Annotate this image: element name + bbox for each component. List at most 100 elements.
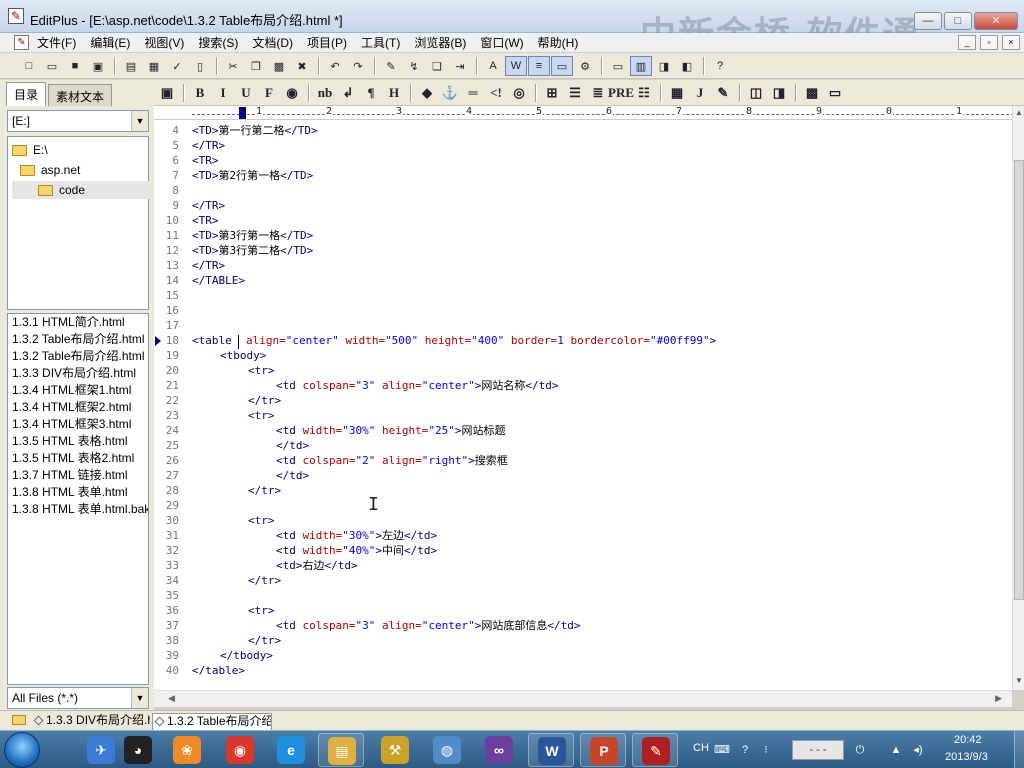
menu-item[interactable]: 视图(V) xyxy=(144,35,184,51)
right-align-icon[interactable]: ≣ xyxy=(587,83,609,103)
drive-select[interactable]: [E:] ▼ xyxy=(7,110,149,132)
code-editor[interactable]: I 4 <TD>第一行第二格</TD> 5 </TR> 6 <TR> 7 <TD>第2行第一格… xyxy=(154,120,1012,690)
file-list-item[interactable]: 1.3.4 HTML框架3.html xyxy=(8,416,148,433)
clock-time[interactable]: 20:42 xyxy=(954,734,982,746)
copy-icon[interactable]: ❐ xyxy=(245,56,267,76)
file-list-item[interactable]: 1.3.5 HTML 表格.html xyxy=(8,433,148,450)
open-file-icon[interactable]: ▭ xyxy=(41,56,63,76)
language-indicator[interactable]: CH xyxy=(693,742,709,754)
spellcheck-icon[interactable]: ✓ xyxy=(166,56,188,76)
help-icon[interactable]: ? xyxy=(709,56,731,76)
word-wrap-icon[interactable]: W xyxy=(505,56,527,76)
ruler-icon[interactable]: ▭ xyxy=(551,56,573,76)
script-icon[interactable]: ✎ xyxy=(712,83,734,103)
taskbar-app[interactable]: ◉ xyxy=(217,733,263,767)
help-icon[interactable]: ? xyxy=(737,742,753,758)
menu-item[interactable]: 文档(D) xyxy=(252,35,293,51)
paragraph-icon[interactable]: ¶ xyxy=(360,83,382,103)
cut-icon[interactable]: ✂ xyxy=(222,56,244,76)
paste-icon[interactable]: ▩ xyxy=(268,56,290,76)
chevron-down-icon[interactable]: ▼ xyxy=(131,688,148,708)
editplus-app-icon[interactable]: ✎ xyxy=(8,8,24,24)
tree-item[interactable]: code xyxy=(12,181,150,199)
print-preview-icon[interactable]: ▤ xyxy=(120,56,142,76)
taskbar-app[interactable]: ◍ xyxy=(424,733,470,767)
javascript-icon[interactable]: J xyxy=(689,83,711,103)
goto-icon[interactable]: ⇥ xyxy=(449,56,471,76)
keyboard-icon[interactable]: ⌨ xyxy=(714,742,730,758)
chevron-down-icon[interactable]: ▼ xyxy=(131,111,148,131)
scroll-left-icon[interactable]: ◀ xyxy=(168,693,175,704)
document-control-button[interactable]: × xyxy=(1002,35,1020,50)
menu-item[interactable]: 项目(P) xyxy=(307,35,347,51)
print-icon[interactable]: ▦ xyxy=(143,56,165,76)
vertical-scrollbar[interactable]: ▲ ▼ xyxy=(1012,106,1024,690)
html-toolbar-icon[interactable]: ▣ xyxy=(156,83,178,103)
tree-item[interactable]: asp.net xyxy=(20,161,80,179)
taskbar-app[interactable]: W xyxy=(528,733,574,767)
file-list-item[interactable]: 1.3.8 HTML 表单.html xyxy=(8,484,148,501)
document-menu-icon[interactable]: ✎ xyxy=(14,35,29,50)
replace-icon[interactable]: ↯ xyxy=(403,56,425,76)
page-icon[interactable]: ▯ xyxy=(189,56,211,76)
tree-item[interactable]: E:\ xyxy=(12,141,48,159)
cliptext-icon[interactable]: ◧ xyxy=(676,56,698,76)
line-number-icon[interactable]: ≡ xyxy=(528,56,550,76)
taskbar-app[interactable]: ❀ xyxy=(164,733,210,767)
link-icon[interactable]: ◆ xyxy=(416,83,438,103)
input-icon[interactable]: ◨ xyxy=(768,83,790,103)
horizontal-scrollbar[interactable]: ◀ ▶ xyxy=(154,690,1012,707)
browser-icon[interactable]: ◨ xyxy=(653,56,675,76)
settings-icon[interactable]: ⚙ xyxy=(574,56,596,76)
preview-icon[interactable]: ▭ xyxy=(824,83,846,103)
minimize-button[interactable]: — xyxy=(914,12,942,30)
menu-item[interactable]: 帮助(H) xyxy=(538,35,579,51)
power-indicator[interactable]: - - - xyxy=(792,740,844,760)
volume-icon[interactable]: ◂) xyxy=(910,742,926,758)
color-icon[interactable]: ◉ xyxy=(281,83,303,103)
file-list-item[interactable]: 1.3.8 HTML 表单.html.bak xyxy=(8,501,148,518)
tab-1[interactable]: 素材文本 xyxy=(48,84,113,106)
file-list-item[interactable]: 1.3.2 Table布局介绍.html xyxy=(8,348,148,365)
form-icon[interactable]: ◫ xyxy=(745,83,767,103)
tile-icon[interactable]: ▥ xyxy=(630,56,652,76)
file-list-item[interactable]: 1.3.7 HTML 链接.html xyxy=(8,467,148,484)
image-icon[interactable]: ◎ xyxy=(508,83,530,103)
scroll-up-icon[interactable]: ▲ xyxy=(1013,108,1024,120)
break-icon[interactable]: ↲ xyxy=(337,83,359,103)
ime-settings-icon[interactable]: ⁝ xyxy=(758,742,774,758)
pre-icon[interactable]: PRE xyxy=(608,83,634,103)
clock-date[interactable]: 2013/9/3 xyxy=(945,751,988,763)
menu-item[interactable]: 编辑(E) xyxy=(90,35,130,51)
menu-item[interactable]: 文件(F) xyxy=(37,35,76,51)
new-file-icon[interactable]: □ xyxy=(18,56,40,76)
start-button[interactable] xyxy=(4,732,40,768)
taskbar-app[interactable]: ✎ xyxy=(632,733,678,767)
close-button[interactable]: ✕ xyxy=(974,12,1018,30)
anchor-icon[interactable]: ⚓ xyxy=(439,83,461,103)
delete-icon[interactable]: ✖ xyxy=(291,56,313,76)
taskbar-app[interactable]: ◕ xyxy=(115,733,161,767)
find-in-files-icon[interactable]: ❏ xyxy=(426,56,448,76)
file-filter-select[interactable]: All Files (*.*) ▼ xyxy=(7,687,149,709)
save-all-icon[interactable]: ▣ xyxy=(87,56,109,76)
redo-icon[interactable]: ↷ xyxy=(347,56,369,76)
center-icon[interactable]: ☰ xyxy=(564,83,586,103)
style-icon[interactable]: ▦ xyxy=(666,83,688,103)
scroll-down-icon[interactable]: ▼ xyxy=(1013,676,1024,688)
save-icon[interactable]: ■ xyxy=(64,56,86,76)
taskbar-app[interactable]: ∞ xyxy=(476,733,522,767)
menu-item[interactable]: 浏览器(B) xyxy=(414,35,466,51)
file-list-item[interactable]: 1.3.3 DIV布局介绍.html xyxy=(8,365,148,382)
folder-icon[interactable] xyxy=(12,715,26,725)
font-tag-icon[interactable]: F xyxy=(258,83,280,103)
document-control-button[interactable]: ▫ xyxy=(980,35,998,50)
taskbar-app[interactable]: e xyxy=(268,733,314,767)
document-control-button[interactable]: _ xyxy=(958,35,976,50)
italic-icon[interactable]: I xyxy=(212,83,234,103)
heading-icon[interactable]: H xyxy=(383,83,405,103)
show-hidden-icons[interactable]: ▲ xyxy=(888,742,904,758)
taskbar-app[interactable]: ⚒ xyxy=(372,733,418,767)
file-list-item[interactable]: 1.3.4 HTML框架1.html xyxy=(8,382,148,399)
document-tab[interactable]: 1.3.3 DIV布局介绍.h xyxy=(32,713,150,730)
